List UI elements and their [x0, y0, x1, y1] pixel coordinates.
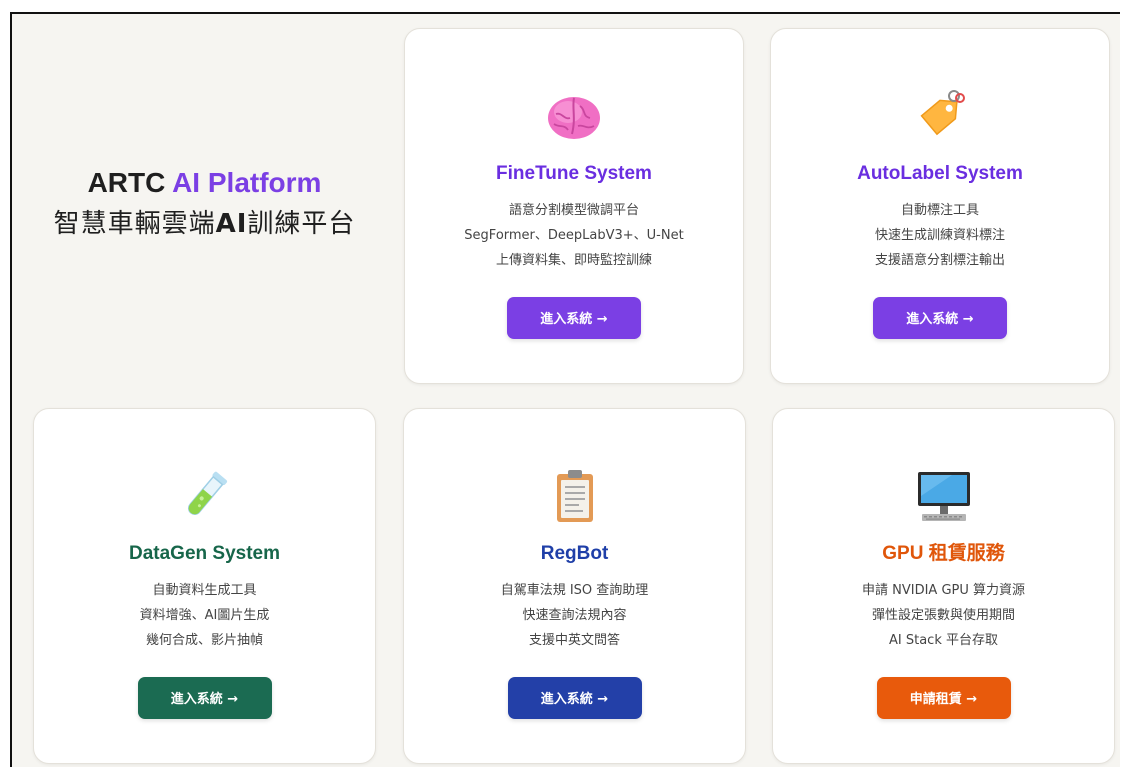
apply-gpu-rental-button[interactable]: 申請租賃 → [876, 676, 1011, 719]
card-desc-line: SegFormer、DeepLabV3+、U-Net [464, 227, 684, 243]
hero-section: ARTC AI Platform 智慧車輛雲端AI訓練平台 [12, 14, 397, 392]
hero-subtitle-suffix: 訓練平台 [247, 208, 356, 239]
hero-title-prefix: ARTC [87, 166, 166, 198]
card-desc-line: 自駕車法規 ISO 查詢助理 [500, 582, 649, 598]
test-tube-icon [170, 461, 240, 531]
card-finetune: FineTune System 語意分割模型微調平台 SegFormer、Dee… [404, 28, 744, 384]
card-autolabel: AutoLabel System 自動標注工具 快速生成訓練資料標注 支援語意分… [770, 28, 1110, 384]
card-description: 語意分割模型微調平台 SegFormer、DeepLabV3+、U-Net 上傳… [464, 198, 683, 273]
card-desc-line: 快速生成訓練資料標注 [874, 227, 1005, 243]
card-regbot: RegBot 自駕車法規 ISO 查詢助理 快速查詢法規內容 支援中英文問答 進… [403, 408, 746, 764]
card-desc-line: 支援語意分割標注輸出 [874, 252, 1005, 268]
card-title: FineTune System [496, 163, 652, 184]
card-desc-line: 支援中英文問答 [528, 632, 620, 648]
enter-finetune-button[interactable]: 進入系統 → [507, 296, 641, 339]
card-description: 申請 NVIDIA GPU 算力資源 彈性設定張數與使用期間 AI Stack … [862, 578, 1025, 653]
enter-datagen-button[interactable]: 進入系統 → [137, 676, 272, 719]
card-desc-line: 語意分割模型微調平台 [508, 202, 639, 218]
card-description: 自動標注工具 快速生成訓練資料標注 支援語意分割標注輸出 [875, 198, 1005, 273]
computer-monitor-icon [909, 461, 979, 531]
hero-title: ARTC AI Platform [88, 166, 322, 200]
card-desc-line: 彈性設定張數與使用期間 [871, 607, 1015, 623]
card-title: RegBot [540, 543, 609, 564]
enter-autolabel-button[interactable]: 進入系統 → [873, 296, 1007, 339]
tag-icon [905, 81, 975, 151]
clipboard-icon [540, 461, 610, 531]
card-desc-line: 快速查詢法規內容 [522, 607, 627, 623]
card-desc-line: 幾何合成、影片抽幀 [145, 632, 263, 648]
enter-regbot-button[interactable]: 進入系統 → [507, 676, 642, 719]
hero-title-accent: AI Platform [172, 166, 322, 198]
cropped-top-strip [0, 0, 1122, 12]
card-title: DataGen System [128, 543, 280, 564]
card-desc-line: AI Stack 平台存取 [889, 632, 998, 648]
card-desc-line: 自動標注工具 [900, 202, 979, 218]
brain-icon [539, 81, 609, 151]
hero-subtitle: 智慧車輛雲端AI訓練平台 [54, 208, 356, 241]
hero-subtitle-prefix: 智慧車輛雲端 [53, 208, 216, 239]
card-description: 自駕車法規 ISO 查詢助理 快速查詢法規內容 支援中英文問答 [501, 578, 649, 653]
card-title: GPU 租賃服務 [882, 543, 1005, 564]
card-description: 自動資料生成工具 資料增強、AI圖片生成 幾何合成、影片抽幀 [140, 578, 270, 653]
card-desc-line: 申請 NVIDIA GPU 算力資源 [861, 582, 1025, 598]
card-datagen: DataGen System 自動資料生成工具 資料增強、AI圖片生成 幾何合成… [33, 408, 376, 764]
card-title: AutoLabel System [857, 163, 1023, 184]
card-desc-line: 上傳資料集、即時監控訓練 [495, 252, 652, 268]
hero-subtitle-bold: AI [215, 208, 248, 239]
card-desc-line: 資料增強、AI圖片生成 [139, 607, 270, 623]
card-desc-line: 自動資料生成工具 [152, 582, 257, 598]
card-gpu-rental: GPU 租賃服務 申請 NVIDIA GPU 算力資源 彈性設定張數與使用期間 … [772, 408, 1115, 764]
